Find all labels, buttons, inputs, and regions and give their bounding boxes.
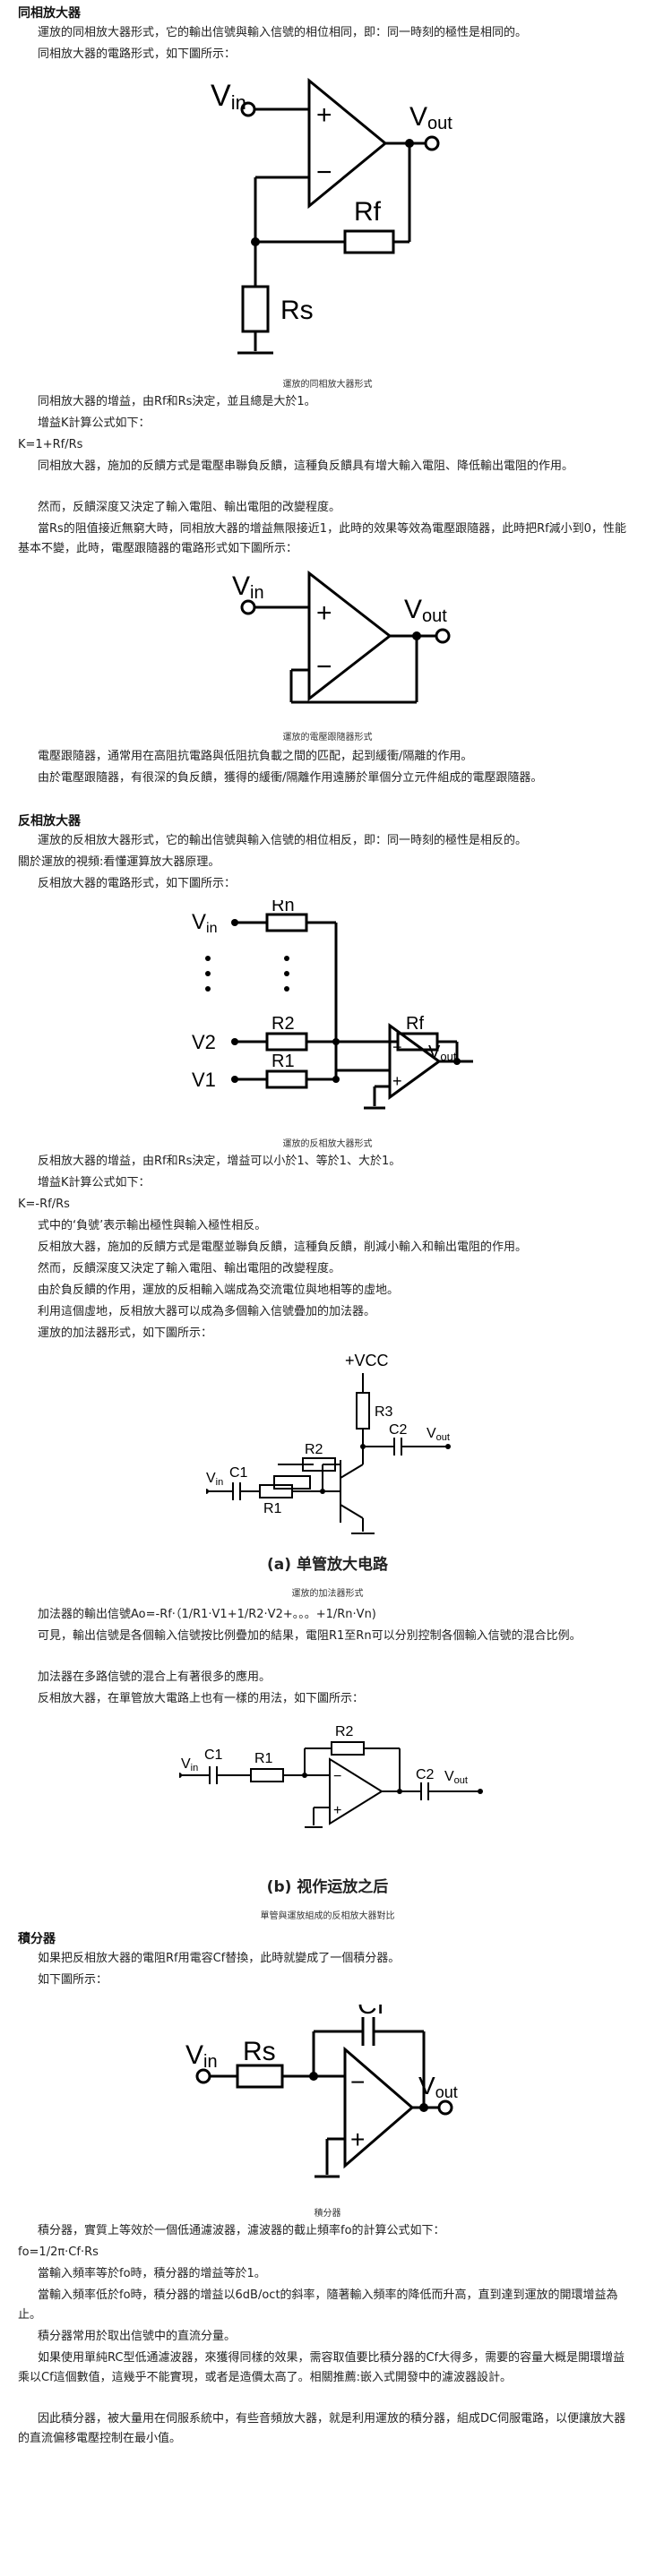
vout-label: Vout [409,102,452,133]
r1-label: R1 [254,1751,273,1766]
figure-subcaption: (a) 单管放大电路 [267,1556,388,1574]
r2-label: R2 [335,1724,354,1739]
minus-sign: − [316,158,332,187]
paragraph: 由於負反饋的作用，運放的反相輸入端成為交流電位與地相等的虛地。 [38,1284,400,1297]
paragraph: 如下圖所示： [38,1973,108,1987]
transistor-as-opamp-diagram: Vin C1 R1 R2 − + C2 Vout [179,1724,483,1828]
paragraph: 由於電壓跟隨器，有很深的負反饋，獲得的緩衝/隔離作用遠勝於單個分立元件組成的電壓… [38,771,543,785]
vin-label: Vin [206,1471,223,1488]
paragraph: 反相放大器，在單管放大電路上也有一樣的用法，如下圖所示： [38,1692,365,1705]
minus-sign: − [392,1038,402,1056]
paragraph: 運放的加法器形式，如下圖所示： [38,1327,213,1340]
vout-label: Vout [418,2072,458,2101]
paragraph: 反相放大器的電路形式，如下圖所示： [38,877,237,890]
integrator-diagram: Cf Vin Rs − + Vout [185,2005,458,2178]
paragraph: 可見，輸出信號是各個輸入信號按比例疊加的結果，電阻R1至Rn可以分別控制各個輸入… [38,1629,582,1643]
paragraph: 然而，反饋深度又決定了輸入電阻、輸出電阻的改變程度。 [38,1262,341,1275]
minus-sign: − [333,1769,341,1784]
plus-sign: + [392,1072,402,1090]
paragraph: 然而，反饋深度又決定了輸入電阻、輸出電阻的改變程度。 [38,501,341,514]
vout-label: Vout [404,595,447,626]
paragraph: 當Rs的阻值接近無窮大時，同相放大器的增益無限接近1，此時的效果等效為電壓跟隨器… [18,522,626,555]
vin-label: Vin [192,910,217,936]
cf-label: Cf [358,2005,385,2020]
paragraph: 反相放大器的增益，由Rf和Rs決定，增益可以小於1、等於1、大於1。 [38,1155,401,1168]
paragraph: 反相放大器，施加的反饋方式是電壓並聯負反饋，這種負反饋，削減小輸入和輸出電阻的作… [38,1241,528,1254]
rn-label: Rn [271,900,295,915]
paragraph: 運放的同相放大器形式，它的輸出信號與輸入信號的相位相同，即：同一時刻的極性是相同… [38,26,528,39]
paragraph: 同相放大器的電路形式，如下圖所示： [38,47,237,61]
paragraph: 同相放大器，施加的反饋方式是電壓串聯負反饋，這種負反饋具有增大輸入電阻、降低輸出… [38,459,574,473]
plus-sign: + [333,1803,341,1818]
paragraph: 增益K計算公式如下： [38,416,151,430]
figure-caption: 運放的加法器形式 [291,1589,364,1599]
section-title-inverting: 反相放大器 [18,814,81,829]
figure-caption: 運放的電壓跟隨器形式 [282,733,373,743]
figure-subcaption: (b) 视作运放之后 [266,1878,389,1896]
vout-label: Vout [427,1426,450,1443]
vin-label: Vin [181,1756,198,1773]
minus-sign: − [316,652,332,682]
rf-label: Rf [406,1014,424,1034]
section-title-noninverting: 同相放大器 [18,6,81,21]
page: 同相放大器 運放的同相放大器形式，它的輸出信號與輸入信號的相位相同，即：同一時刻… [0,0,655,2576]
voltage-follower-diagram: + − Vin Vout [232,570,451,704]
paragraph: 電壓跟隨器，通常用在高阻抗電路與低阻抗負載之間的匹配，起到緩衝/隔離的作用。 [38,750,473,763]
c2-label: C2 [389,1422,408,1438]
r1-label: R1 [263,1501,282,1516]
rs-label: Rs [243,2037,276,2066]
paragraph: 積分器常用於取出信號中的直流分量。 [38,2330,237,2343]
paragraph: 加法器在多路信號的混合上有著很多的應用。 [38,1670,271,1684]
paragraph: 關於運放的視頻:看懂運算放大器原理。 [18,855,220,869]
figure-caption: 運放的同相放大器形式 [282,380,373,390]
paragraph: 式中的‘負號’表示輸出極性與輸入極性相反。 [38,1219,267,1232]
rf-label: Rf [354,197,382,227]
plus-sign: + [316,598,332,628]
paragraph: 增益K計算公式如下： [38,1176,151,1189]
noninverting-amplifier-diagram: + − Vin Vout Rf Rs [211,77,452,355]
paragraph: 積分器，實質上等效於一個低通濾波器，濾波器的截止頻率fo的計算公式如下： [38,2224,445,2237]
vin-label: Vin [211,79,246,114]
r1-label: R1 [271,1052,295,1071]
formula: fo=1/2π·Cf·Rs [18,2245,99,2259]
rs-label: Rs [280,296,314,325]
r2-label: R2 [271,1014,295,1034]
paragraph: 因此積分器，被大量用在伺服系統中，有些音頻放大器，就是利用運放的積分器，組成DC… [18,2412,626,2445]
paragraph: 加法器的輸出信號Ao=-Rf·（1/R1·V1+1/R2·V2+。。。+1/Rn… [38,1608,376,1621]
paragraph: 運放的反相放大器形式，它的輸出信號與輸入信號的相位相反，即：同一時刻的極性是相反… [38,834,528,847]
paragraph: 如果使用單純RC型低通濾波器，來獲得同樣的效果，需容取值要比積分器的Cf大得多，… [18,2351,625,2384]
minus-sign: − [350,2068,365,2096]
formula: K=-Rf/Rs [18,1198,70,1211]
c1-label: C1 [229,1465,248,1481]
paragraph: 當輸入頻率低於fo時，積分器的增益以6dB/oct的斜率，隨著輸入頻率的降低而升… [18,2288,618,2322]
vin-label: Vin [185,2040,218,2072]
v2-label: V2 [192,1031,216,1053]
single-transistor-amplifier-diagram: +VCC R3 R2 C2 Vout Vin C1 R1 [206,1352,451,1534]
paragraph: 如果把反相放大器的電阻Rf用電容Cf替換，此時就變成了一個積分器。 [38,1952,401,1965]
paragraph: 利用這個虛地，反相放大器可以成為多個輸入信號疊加的加法器。 [38,1305,376,1318]
figure-caption: 積分器 [314,2209,341,2219]
c2-label: C2 [416,1767,435,1782]
vout-label: Vout [444,1769,468,1786]
paragraph: 當輸入頻率等於fo時，積分器的增益等於1。 [38,2267,266,2280]
section-title-integrator: 積分器 [18,1932,56,1946]
v1-label: V1 [192,1069,216,1091]
formula: K=1+Rf/Rs [18,438,83,451]
figure-caption: 單管與運放組成的反相放大器對比 [260,1911,395,1921]
inverting-amplifier-diagram: Vin Rn V2 R2 V1 R1 Rf − + Vout [192,900,473,1110]
plus-sign: + [316,100,332,130]
plus-sign: + [350,2125,365,2153]
r3-label: R3 [375,1404,393,1420]
vout-label: Vout [428,1043,457,1063]
r2-label: R2 [305,1442,323,1457]
vcc-label: +VCC [345,1352,389,1370]
paragraph: 同相放大器的增益，由Rf和Rs決定，並且總是大於1。 [38,395,316,408]
figure-caption: 運放的反相放大器形式 [282,1139,373,1149]
c1-label: C1 [204,1747,223,1763]
vin-label: Vin [232,571,264,603]
